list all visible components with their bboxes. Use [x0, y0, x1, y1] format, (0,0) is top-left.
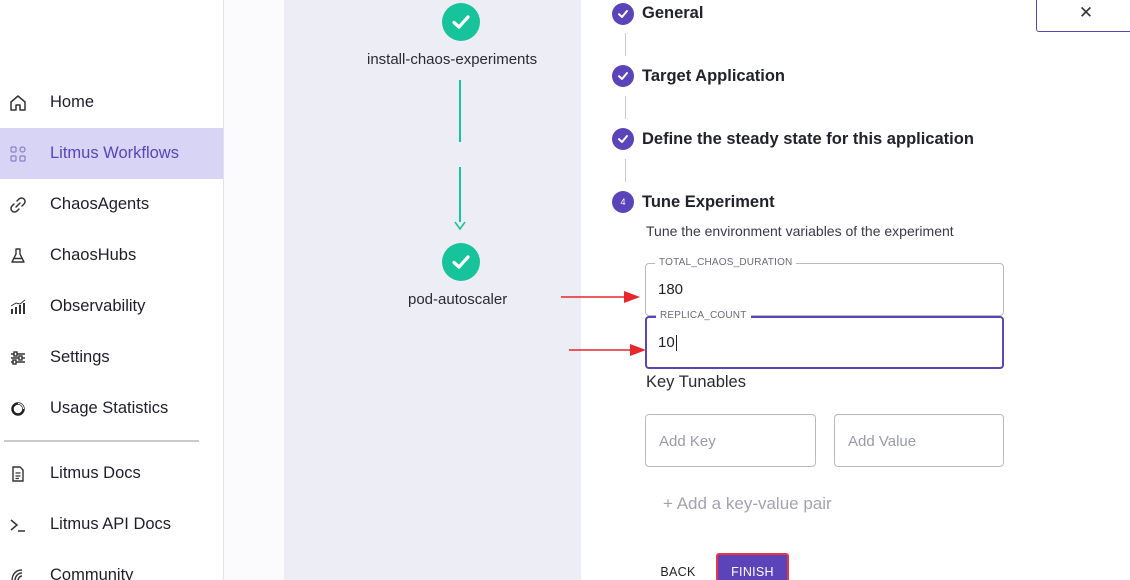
sidebar-item-home[interactable]: Home [0, 77, 223, 128]
graph-edge [459, 80, 461, 142]
home-icon [8, 93, 28, 113]
sidebar-item-label: Home [50, 93, 95, 111]
total-chaos-duration-field[interactable]: TOTAL_CHAOS_DURATION 180 [645, 257, 1004, 316]
document-icon [8, 464, 28, 484]
sidebar-item-chaoshubs[interactable]: ChaosHubs [0, 230, 223, 281]
sidebar-item-litmus-api-docs[interactable]: Litmus API Docs [0, 499, 223, 550]
sidebar: Home Litmus Workflows ChaosAgents ChaosH… [0, 0, 224, 580]
step-done-check-icon [612, 128, 634, 150]
add-value-input[interactable]: Add Value [834, 414, 1004, 467]
field-value: 10 [658, 334, 675, 351]
sidebar-item-label: Observability [50, 297, 146, 315]
sidebar-item-litmus-docs[interactable]: Litmus Docs [0, 448, 223, 499]
sidebar-item-label: Usage Statistics [50, 399, 169, 417]
step-connector [625, 33, 626, 56]
step-title-tune-experiment: Tune Experiment [642, 193, 775, 211]
sidebar-divider [4, 440, 199, 442]
sidebar-item-label: ChaosHubs [50, 246, 137, 264]
back-button[interactable]: BACK [643, 555, 713, 580]
key-tunables-heading: Key Tunables [646, 373, 746, 391]
annotation-arrow-icon [569, 344, 646, 356]
node-check-icon[interactable] [442, 243, 480, 281]
link-icon [8, 195, 28, 215]
workflow-graph-canvas: install-chaos-experiments pod-autoscaler [284, 0, 581, 580]
sidebar-item-settings[interactable]: Settings [0, 332, 223, 383]
sidebar-item-observability[interactable]: Observability [0, 281, 223, 332]
step-title-target-application: Target Application [642, 67, 786, 85]
graph-edge-arrowhead [454, 221, 466, 231]
annotation-arrow-icon [561, 291, 640, 303]
node-label-install-chaos-experiments: install-chaos-experiments [367, 51, 538, 68]
community-icon [8, 566, 28, 580]
step-done-check-icon [612, 65, 634, 87]
step-connector [625, 96, 626, 119]
node-label-pod-autoscaler: pod-autoscaler [408, 291, 508, 308]
step-title-general: General [642, 4, 704, 22]
close-button[interactable]: ✕ [1036, 0, 1130, 32]
graph-edge [459, 167, 461, 222]
app-root: Home Litmus Workflows ChaosAgents ChaosH… [0, 0, 1130, 580]
add-key-input[interactable]: Add Key [645, 414, 816, 467]
sliders-icon [8, 348, 28, 368]
step-connector [625, 159, 626, 182]
sidebar-item-litmus-workflows[interactable]: Litmus Workflows [0, 128, 223, 179]
field-label: REPLICA_COUNT [656, 310, 751, 321]
sidebar-item-usage-statistics[interactable]: Usage Statistics [0, 383, 223, 434]
terminal-icon [8, 515, 28, 535]
sidebar-item-chaosagents[interactable]: ChaosAgents [0, 179, 223, 230]
sidebar-item-label: Litmus Workflows [50, 144, 179, 162]
add-key-placeholder: Add Key [659, 433, 716, 450]
sidebar-item-label: Community [50, 566, 134, 580]
replica-count-field[interactable]: REPLICA_COUNT 10 [645, 310, 1004, 369]
bar-chart-icon [8, 297, 28, 317]
experiment-form-panel: ✕ General Target Application Define the … [581, 0, 1130, 580]
sidebar-item-label: Settings [50, 348, 110, 366]
sidebar-item-community[interactable]: Community [0, 550, 223, 580]
workflows-grid-icon [8, 144, 28, 164]
sidebar-item-label: Litmus API Docs [50, 515, 172, 533]
text-caret [675, 335, 677, 352]
workflow-graph-panel: install-chaos-experiments pod-autoscaler [224, 0, 581, 580]
add-value-placeholder: Add Value [848, 433, 917, 450]
step-title-steady-state: Define the steady state for this applica… [642, 130, 974, 148]
step-done-check-icon [612, 3, 634, 25]
field-value: 180 [658, 281, 684, 298]
tune-description: Tune the environment variables of the ex… [646, 223, 954, 239]
sidebar-item-label: ChaosAgents [50, 195, 150, 213]
field-label: TOTAL_CHAOS_DURATION [655, 257, 797, 268]
flask-icon [8, 246, 28, 266]
finish-button[interactable]: FINISH [716, 553, 789, 580]
donut-icon [8, 399, 28, 419]
add-key-value-pair-button[interactable]: + Add a key-value pair [663, 494, 832, 514]
node-check-icon[interactable] [442, 3, 480, 41]
field-value-wrapper: 10 [658, 334, 677, 352]
step-number-badge: 4 [612, 191, 634, 213]
sidebar-item-label: Litmus Docs [50, 464, 141, 482]
